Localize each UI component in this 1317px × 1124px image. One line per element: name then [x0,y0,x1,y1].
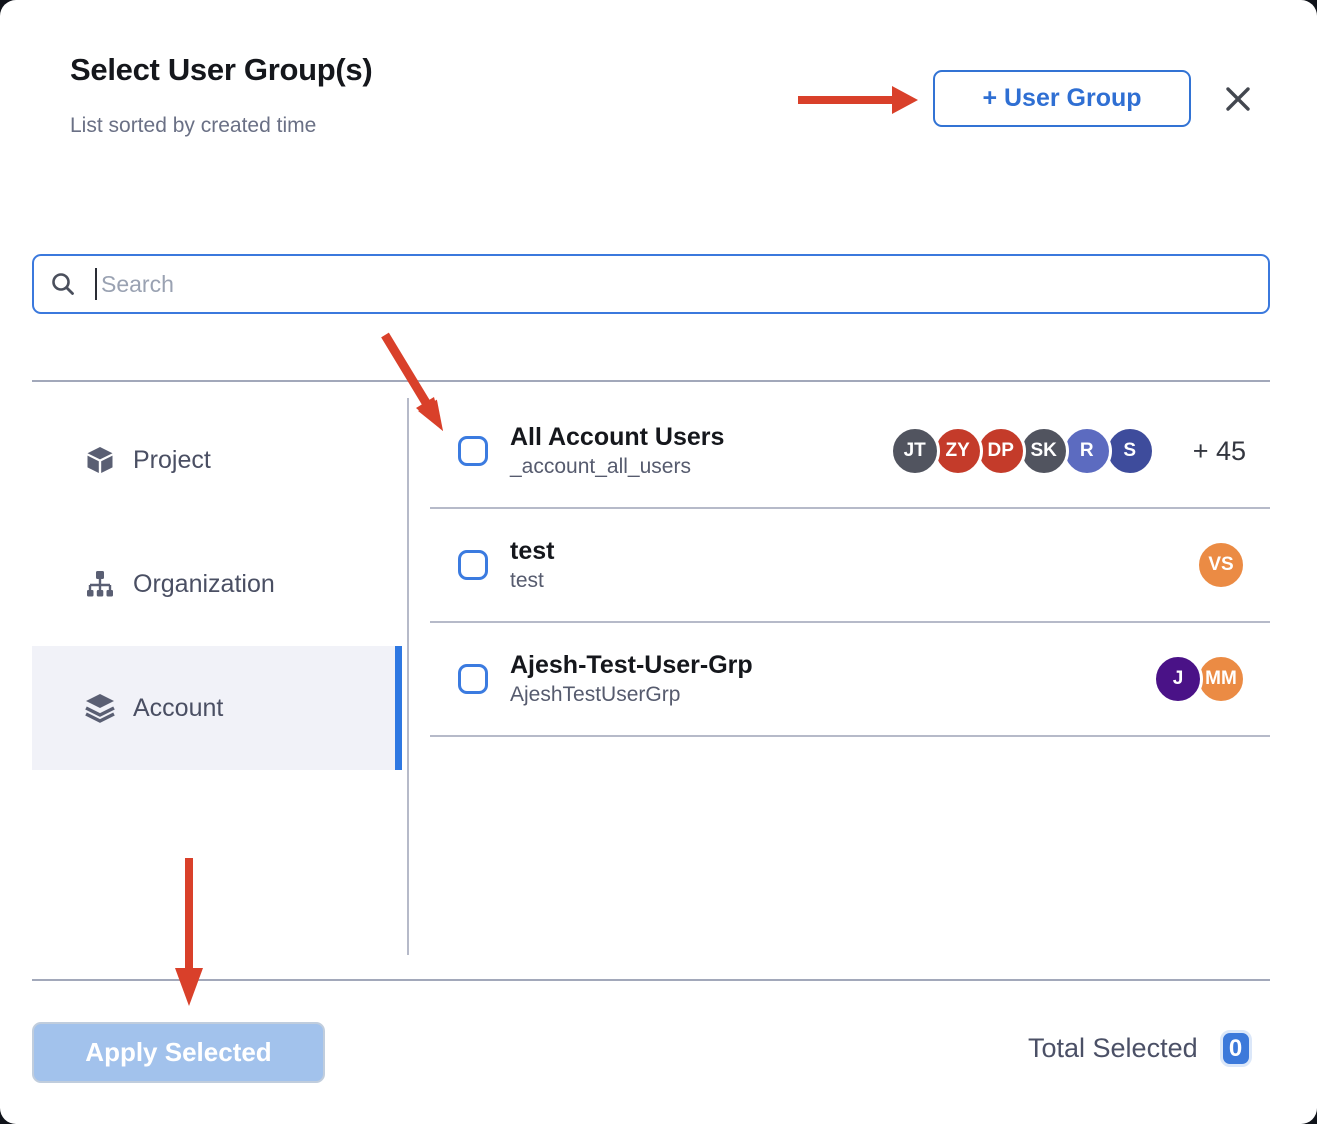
list-item: Ajesh-Test-User-Grp AjeshTestUserGrp J M… [430,623,1270,737]
search-bar [32,254,1270,314]
avatar-overflow-count: + 45 [1193,436,1246,467]
group-id: _account_all_users [510,455,868,478]
selected-tab-indicator [395,646,402,770]
footer-divider [32,979,1270,981]
search-icon [50,271,77,298]
tab-account[interactable]: Account [32,646,402,770]
group-checkbox[interactable] [458,550,488,580]
group-name: test [510,538,1174,566]
group-id: test [510,569,1174,592]
avatar: J [1153,654,1203,704]
avatar: R [1062,426,1112,476]
group-id: AjeshTestUserGrp [510,683,1131,706]
avatar: DP [976,426,1026,476]
content-divider [32,380,1270,382]
avatar: S [1105,426,1155,476]
avatar: ZY [933,426,983,476]
list-item: All Account Users _account_all_users JT … [430,395,1270,509]
vertical-divider [407,398,409,955]
layers-icon [85,693,115,723]
group-checkbox[interactable] [458,664,488,694]
total-selected: Total Selected 0 [1028,1030,1252,1067]
annotation-arrow-user-group [794,82,922,118]
tab-project[interactable]: Project [32,398,402,522]
tab-organization[interactable]: Organization [32,522,402,646]
search-input[interactable] [97,270,1268,299]
avatar: MM [1196,654,1246,704]
group-checkbox[interactable] [458,436,488,466]
tab-label: Account [133,694,223,723]
avatar-stack: J MM [1153,654,1246,704]
close-icon [1223,84,1253,114]
list-item: test test VS [430,509,1270,623]
sitemap-icon [85,569,115,599]
group-name: All Account Users [510,424,868,452]
total-selected-label: Total Selected [1028,1033,1198,1064]
add-user-group-button[interactable]: + User Group [933,70,1191,127]
group-name: Ajesh-Test-User-Grp [510,652,1131,680]
avatar: JT [890,426,940,476]
avatar-stack: JT ZY DP SK R S [890,426,1155,476]
tab-label: Organization [133,570,275,599]
user-group-list: All Account Users _account_all_users JT … [430,395,1270,737]
avatar: SK [1019,426,1069,476]
tab-label: Project [133,446,211,475]
subtitle: List sorted by created time [70,114,316,138]
close-button[interactable] [1218,80,1258,120]
annotation-arrow-apply [171,856,207,1008]
total-selected-badge: 0 [1220,1030,1252,1067]
page-title: Select User Group(s) [70,52,372,88]
scope-tabs: Project Organization [32,398,402,770]
cube-icon [85,445,115,475]
avatar-stack: VS [1196,540,1246,590]
avatar: VS [1196,540,1246,590]
apply-selected-button[interactable]: Apply Selected [32,1022,325,1083]
select-user-group-modal: Select User Group(s) List sorted by crea… [0,0,1317,1124]
